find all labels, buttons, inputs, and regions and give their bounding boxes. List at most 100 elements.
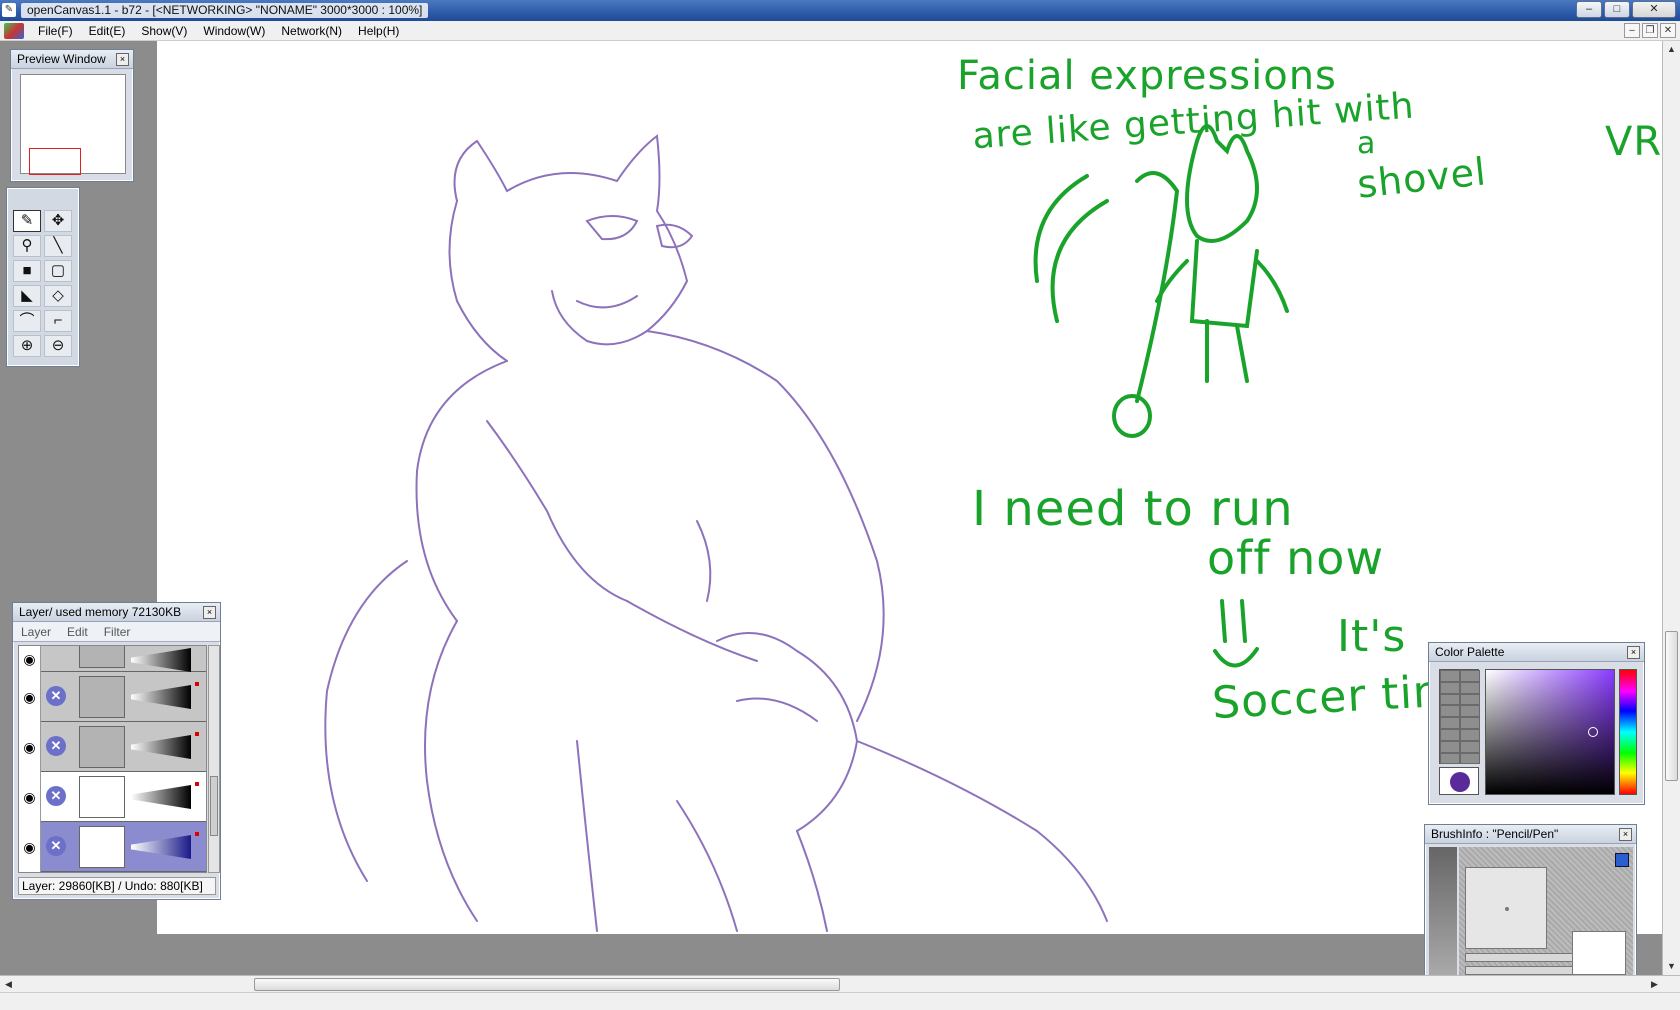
- horizontal-scroll-thumb[interactable]: [254, 978, 840, 991]
- layer-thumbnail: [79, 826, 125, 868]
- annotation-off-now: off now: [1207, 531, 1385, 585]
- pressure-curve-pad[interactable]: [1572, 931, 1626, 975]
- mdi-minimize-button[interactable]: –: [1624, 23, 1640, 38]
- document-icon[interactable]: [4, 22, 24, 39]
- preview-window: Preview Window ×: [10, 49, 134, 182]
- menu-network[interactable]: Network(N): [273, 21, 350, 41]
- polyline-icon[interactable]: ⌐: [44, 310, 72, 332]
- brush-preview: [1465, 867, 1547, 949]
- fill-lasso-icon[interactable]: ◣: [13, 285, 41, 307]
- scroll-left-icon[interactable]: ◀: [2, 978, 15, 991]
- scroll-right-icon[interactable]: ▶: [1648, 978, 1661, 991]
- zoom-in-icon[interactable]: ⊕: [13, 335, 41, 357]
- window-title: openCanvas1.1 - b72 - [<NETWORKING> "NON…: [21, 3, 429, 18]
- layer-row-selected[interactable]: ◉ ✕: [19, 822, 206, 872]
- move-icon[interactable]: ✥: [44, 210, 72, 232]
- select-rect-icon[interactable]: ▢: [44, 260, 72, 282]
- horizontal-scrollbar[interactable]: ◀ ▶: [0, 975, 1680, 992]
- minimize-button[interactable]: –: [1576, 1, 1602, 18]
- layer-opacity-icon[interactable]: [131, 835, 191, 859]
- brush-type-tabs[interactable]: [1429, 847, 1457, 977]
- delete-layer-icon[interactable]: ✕: [46, 836, 66, 856]
- brush-info-close-button[interactable]: ×: [1619, 828, 1632, 841]
- menu-window[interactable]: Window(W): [195, 21, 273, 41]
- vertical-scrollbar[interactable]: ▲ ▼: [1662, 41, 1680, 975]
- brush-info-panel: BrushInfo : "Pencil/Pen" ×: [1424, 824, 1637, 982]
- layer-list: ◉ ◉ ✕ ◉ ✕ ◉ ✕ ◉ ✕: [18, 645, 207, 873]
- layer-menu-bar: Layer Edit Filter: [13, 622, 220, 642]
- menu-edit[interactable]: Edit(E): [81, 21, 134, 41]
- scroll-up-icon[interactable]: ▲: [1665, 43, 1678, 56]
- layer-status: Layer: 29860[KB] / Undo: 880[KB]: [18, 877, 216, 895]
- layer-row[interactable]: ◉ ✕: [19, 672, 206, 722]
- delete-layer-icon[interactable]: ✕: [46, 686, 66, 706]
- eye-icon[interactable]: ◉: [19, 646, 41, 672]
- layer-thumbnail: [79, 646, 125, 668]
- eye-icon[interactable]: ◉: [19, 772, 41, 822]
- annotation-need-to-run: I need to run: [972, 481, 1294, 537]
- layer-flag-icon: [195, 782, 199, 786]
- current-color-swatch: [1450, 772, 1470, 792]
- preview-thumbnail[interactable]: [20, 74, 126, 175]
- preview-window-title[interactable]: Preview Window ×: [11, 50, 133, 69]
- eye-icon[interactable]: ◉: [19, 822, 41, 872]
- layer-panel: Layer/ used memory 72130KB × Layer Edit …: [12, 602, 221, 900]
- preview-viewport-rect[interactable]: [29, 148, 81, 175]
- close-button[interactable]: ✕: [1632, 1, 1676, 18]
- tool-palette: ✎ ✥ ⚲ ╲ ■ ▢ ◣ ◇ ⌒ ⌐ ⊕ ⊖: [6, 187, 80, 367]
- lasso-icon[interactable]: ◇: [44, 285, 72, 307]
- dropper-icon[interactable]: ⚲: [13, 235, 41, 257]
- zoom-out-icon[interactable]: ⊖: [44, 335, 72, 357]
- color-palette-close-button[interactable]: ×: [1627, 646, 1640, 659]
- saturation-value-picker[interactable]: [1485, 669, 1615, 795]
- menu-show[interactable]: Show(V): [133, 21, 195, 41]
- layer-flag-icon: [195, 682, 199, 686]
- pencil-icon[interactable]: ✎: [13, 210, 41, 232]
- layer-flag-icon: [195, 832, 199, 836]
- fill-rect-icon[interactable]: ■: [13, 260, 41, 282]
- scroll-down-icon[interactable]: ▼: [1665, 960, 1678, 973]
- brush-opacity-slider[interactable]: [1465, 966, 1587, 975]
- layer-thumbnail: [79, 676, 125, 718]
- current-color[interactable]: [1439, 767, 1479, 795]
- line-icon[interactable]: ╲: [44, 235, 72, 257]
- vertical-scroll-thumb[interactable]: [1665, 631, 1678, 781]
- menu-file[interactable]: File(F): [30, 21, 81, 41]
- eye-icon[interactable]: ◉: [19, 672, 41, 722]
- menu-bar: File(F) Edit(E) Show(V) Window(W) Networ…: [0, 21, 1680, 41]
- maximize-button[interactable]: □: [1604, 1, 1630, 18]
- eye-icon[interactable]: ◉: [19, 722, 41, 772]
- app-icon[interactable]: ✎: [2, 3, 16, 17]
- curve-icon[interactable]: ⌒: [13, 310, 41, 332]
- layer-scroll-thumb[interactable]: [210, 776, 218, 836]
- brush-dot-icon: [1505, 907, 1509, 911]
- brush-info-title[interactable]: BrushInfo : "Pencil/Pen" ×: [1425, 825, 1636, 844]
- color-palette-title[interactable]: Color Palette ×: [1429, 643, 1644, 662]
- layer-panel-title[interactable]: Layer/ used memory 72130KB ×: [13, 603, 220, 622]
- delete-layer-icon[interactable]: ✕: [46, 786, 66, 806]
- layer-row[interactable]: ◉ ✕: [19, 772, 206, 822]
- mdi-restore-button[interactable]: ❐: [1642, 23, 1658, 38]
- layer-row[interactable]: ◉ ✕: [19, 722, 206, 772]
- layer-opacity-icon[interactable]: [131, 648, 191, 672]
- brush-size-slider[interactable]: [1465, 953, 1587, 962]
- menu-help[interactable]: Help(H): [350, 21, 407, 41]
- preview-close-button[interactable]: ×: [116, 53, 129, 66]
- title-bar: ✎ openCanvas1.1 - b72 - [<NETWORKING> "N…: [0, 0, 1680, 21]
- mdi-close-button[interactable]: ✕: [1660, 23, 1676, 38]
- color-picker-handle[interactable]: [1588, 727, 1598, 737]
- status-bar: [0, 992, 1680, 1010]
- layer-list-scrollbar[interactable]: [208, 645, 220, 873]
- layer-menu-filter[interactable]: Filter: [96, 625, 139, 639]
- color-swatches[interactable]: [1439, 669, 1480, 765]
- layer-menu-edit[interactable]: Edit: [59, 625, 96, 639]
- save-icon[interactable]: [1615, 853, 1629, 867]
- layer-opacity-icon[interactable]: [131, 785, 191, 809]
- layer-row[interactable]: ◉: [19, 646, 206, 672]
- layer-opacity-icon[interactable]: [131, 735, 191, 759]
- layer-opacity-icon[interactable]: [131, 685, 191, 709]
- layer-panel-close-button[interactable]: ×: [203, 606, 216, 619]
- hue-slider[interactable]: [1619, 669, 1637, 795]
- layer-menu-layer[interactable]: Layer: [13, 625, 59, 639]
- delete-layer-icon[interactable]: ✕: [46, 736, 66, 756]
